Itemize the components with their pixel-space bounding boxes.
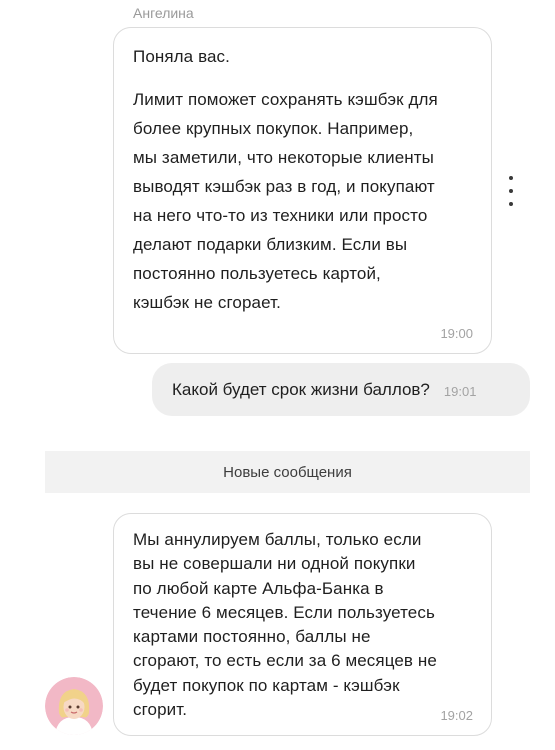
message-time: 19:00 — [440, 326, 473, 341]
outgoing-message: Какой будет срок жизни баллов? 19:01 — [152, 363, 530, 416]
new-messages-divider: Новые сообщения — [45, 451, 530, 493]
incoming-message: Поняла вас. Лимит поможет сохранять кэшб… — [113, 27, 492, 354]
message-text: Мы аннулируем баллы, только если вы не с… — [133, 530, 437, 720]
incoming-message: Мы аннулируем баллы, только если вы не с… — [113, 513, 492, 736]
message-time: 19:02 — [440, 708, 473, 723]
message-time: 19:01 — [443, 384, 477, 399]
message-text: Поняла вас. — [133, 47, 230, 66]
message-text: Какой будет срок жизни баллов? — [172, 379, 430, 399]
message-text: Лимит поможет сохранять кэшбэк для более… — [133, 90, 438, 312]
assistant-avatar — [45, 677, 103, 735]
sender-name: Ангелина — [133, 5, 194, 21]
more-vertical-icon[interactable] — [503, 176, 519, 206]
